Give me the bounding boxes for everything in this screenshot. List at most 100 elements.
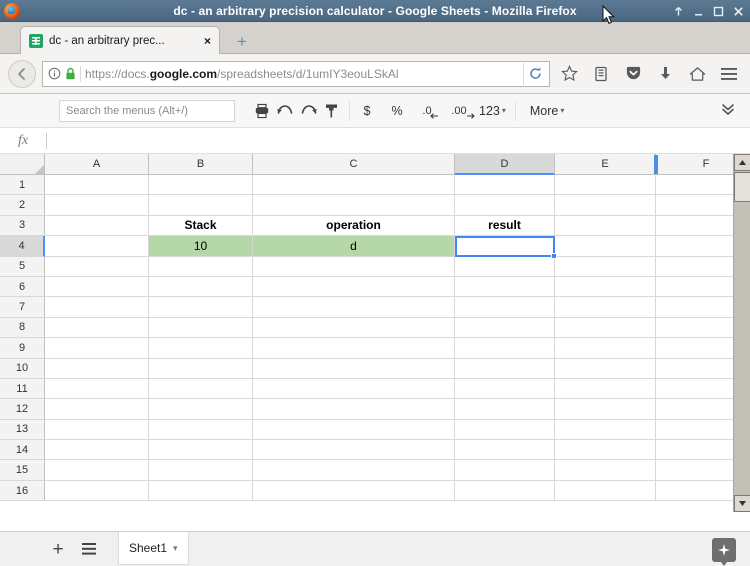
cell-b6[interactable] — [149, 276, 253, 298]
cell-d8[interactable] — [455, 317, 555, 339]
close-button[interactable] — [733, 6, 746, 17]
cell-d11[interactable] — [455, 378, 555, 400]
cell-c14[interactable] — [253, 440, 455, 461]
row-header-3[interactable]: 3 — [0, 215, 45, 237]
cell-b7[interactable] — [149, 297, 253, 318]
cell-b12[interactable] — [149, 399, 253, 420]
cell-b5[interactable] — [149, 256, 253, 277]
cell-a11[interactable] — [45, 378, 149, 400]
cell-e5[interactable] — [555, 256, 656, 277]
row-header-13[interactable]: 13 — [0, 419, 45, 441]
undo-button[interactable] — [273, 99, 297, 123]
cell-d2[interactable] — [455, 195, 555, 216]
column-resize-indicator[interactable] — [654, 155, 658, 174]
increase-decimal-button[interactable]: .00 — [448, 99, 475, 123]
cell-a9[interactable] — [45, 338, 149, 359]
menu-search-input[interactable]: Search the menus (Alt+/) — [59, 99, 235, 122]
cell-a13[interactable] — [45, 419, 149, 441]
cell-c16[interactable] — [253, 480, 455, 502]
cell-b16[interactable] — [149, 480, 253, 502]
cell-a10[interactable] — [45, 358, 149, 379]
row-header-6[interactable]: 6 — [0, 276, 45, 298]
cell-d1[interactable] — [455, 175, 555, 196]
cell-b3[interactable]: Stack — [149, 215, 253, 237]
explore-button[interactable] — [712, 538, 736, 566]
cell-d15[interactable] — [455, 460, 555, 481]
cell-e6[interactable] — [555, 276, 656, 298]
sheet-tab-sheet1[interactable]: Sheet1 ▾ — [118, 532, 189, 565]
row-header-1[interactable]: 1 — [0, 175, 45, 196]
cell-e10[interactable] — [555, 358, 656, 379]
url-bar[interactable]: https://docs.google.com/spreadsheets/d/1… — [42, 60, 550, 87]
cell-d7[interactable] — [455, 297, 555, 318]
cell-e7[interactable] — [555, 297, 656, 318]
column-header-e[interactable]: E — [555, 154, 656, 175]
cell-a6[interactable] — [45, 276, 149, 298]
bookmark-star-icon[interactable] — [556, 61, 582, 87]
cell-c2[interactable] — [253, 195, 455, 216]
cell-a5[interactable] — [45, 256, 149, 277]
column-header-b[interactable]: B — [149, 154, 253, 175]
currency-format-button[interactable]: $ — [356, 99, 378, 123]
redo-button[interactable] — [297, 99, 321, 123]
cell-e16[interactable] — [555, 480, 656, 502]
vertical-scrollbar[interactable] — [733, 154, 750, 512]
cell-e13[interactable] — [555, 419, 656, 441]
column-header-d[interactable]: D — [455, 154, 555, 175]
cell-d16[interactable] — [455, 480, 555, 502]
add-sheet-button[interactable]: + — [48, 539, 68, 559]
cell-d3[interactable]: result — [455, 215, 555, 237]
url-text[interactable]: https://docs.google.com/spreadsheets/d/1… — [85, 67, 519, 81]
column-header-a[interactable]: A — [45, 154, 149, 175]
shade-window-button[interactable] — [673, 6, 686, 17]
info-icon[interactable] — [48, 67, 61, 80]
cell-d13[interactable] — [455, 419, 555, 441]
cell-d5[interactable] — [455, 256, 555, 277]
cell-e2[interactable] — [555, 195, 656, 216]
cell-b15[interactable] — [149, 460, 253, 481]
cell-a3[interactable] — [45, 215, 149, 237]
cell-c13[interactable] — [253, 419, 455, 441]
cell-b10[interactable] — [149, 358, 253, 379]
cell-c1[interactable] — [253, 175, 455, 196]
cell-d4[interactable] — [455, 236, 555, 257]
row-header-14[interactable]: 14 — [0, 440, 45, 461]
cell-a14[interactable] — [45, 440, 149, 461]
cell-c9[interactable] — [253, 338, 455, 359]
cell-b4[interactable]: 10 — [149, 236, 253, 257]
scroll-up-button[interactable] — [734, 154, 750, 171]
cell-a12[interactable] — [45, 399, 149, 420]
scroll-down-button[interactable] — [734, 495, 750, 512]
vertical-scroll-thumb[interactable] — [734, 172, 750, 202]
row-header-15[interactable]: 15 — [0, 460, 45, 481]
decrease-decimal-button[interactable]: .0 — [416, 99, 438, 123]
hamburger-menu-icon[interactable] — [716, 61, 742, 87]
home-icon[interactable] — [684, 61, 710, 87]
cell-e9[interactable] — [555, 338, 656, 359]
cell-b11[interactable] — [149, 378, 253, 400]
cell-a4[interactable] — [45, 236, 149, 257]
cell-e3[interactable] — [555, 215, 656, 237]
cell-a7[interactable] — [45, 297, 149, 318]
cell-a15[interactable] — [45, 460, 149, 481]
minimize-button[interactable] — [693, 6, 706, 17]
row-header-10[interactable]: 10 — [0, 358, 45, 379]
downloads-icon[interactable] — [652, 61, 678, 87]
window-titlebar[interactable]: dc - an arbitrary precision calculator -… — [0, 0, 750, 22]
row-header-2[interactable]: 2 — [0, 195, 45, 216]
cell-e4[interactable] — [555, 236, 656, 257]
cell-c11[interactable] — [253, 378, 455, 400]
cell-e14[interactable] — [555, 440, 656, 461]
column-header-c[interactable]: C — [253, 154, 455, 175]
cell-c15[interactable] — [253, 460, 455, 481]
cell-c7[interactable] — [253, 297, 455, 318]
number-format-button[interactable]: 123 ▾ — [476, 99, 509, 123]
cell-d14[interactable] — [455, 440, 555, 461]
row-header-8[interactable]: 8 — [0, 317, 45, 339]
collapse-toolbar-button[interactable] — [720, 102, 736, 121]
more-button[interactable]: More ▾ — [524, 99, 571, 123]
cell-a16[interactable] — [45, 480, 149, 502]
cell-b14[interactable] — [149, 440, 253, 461]
cell-c3[interactable]: operation — [253, 215, 455, 237]
cell-c8[interactable] — [253, 317, 455, 339]
